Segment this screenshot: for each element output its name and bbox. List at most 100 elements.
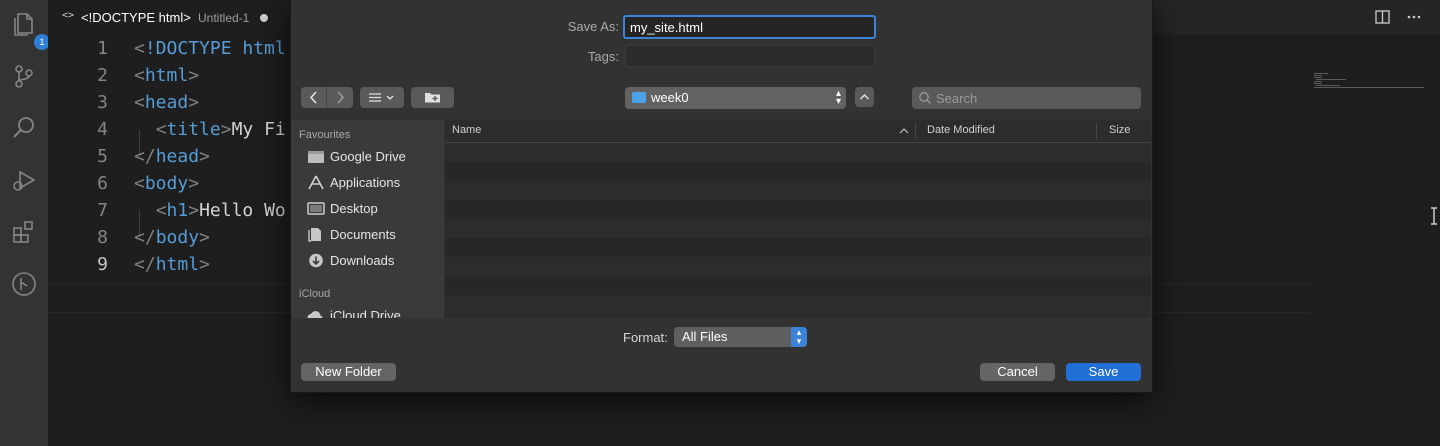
- git-graph-icon[interactable]: [10, 270, 38, 298]
- html-file-icon: <>: [62, 10, 75, 21]
- format-value: All Files: [682, 329, 728, 344]
- file-list-header: Name Date Modified Size: [445, 120, 1151, 143]
- search-field[interactable]: Search: [912, 87, 1141, 109]
- code-token: html: [155, 254, 200, 275]
- code-token: </: [134, 227, 156, 248]
- code-token: >: [220, 119, 232, 140]
- tab-filename: Untitled-1: [198, 11, 250, 25]
- line-number: 6: [97, 173, 108, 194]
- code-text: </body>: [134, 224, 210, 251]
- code-token: body: [144, 173, 189, 194]
- column-name[interactable]: Name: [452, 124, 481, 136]
- icloud-drive-icon: [307, 311, 323, 318]
- save-dialog: Save As: Tags: week0 ▴▾ Search Favourite…: [290, 0, 1153, 393]
- line-number: 8: [97, 227, 108, 248]
- documents-icon: [308, 228, 321, 242]
- sidebar-item-label: Applications: [330, 175, 401, 190]
- search-icon[interactable]: [10, 114, 38, 142]
- code-token: head: [144, 92, 189, 113]
- more-actions-icon[interactable]: [1405, 8, 1423, 26]
- code-text: <!DOCTYPE html: [134, 35, 286, 62]
- column-size[interactable]: Size: [1109, 124, 1130, 136]
- file-list[interactable]: Name Date Modified Size: [445, 120, 1151, 318]
- new-folder-toolbar-button[interactable]: [411, 87, 454, 108]
- code-token: >: [188, 200, 200, 221]
- code-token: html: [144, 65, 189, 86]
- code-token: My Fi: [231, 119, 286, 140]
- back-forward-buttons: [301, 87, 353, 108]
- tab-title: <!DOCTYPE html>: [81, 10, 191, 25]
- code-text: <html>: [134, 62, 199, 89]
- extensions-icon[interactable]: [10, 218, 38, 246]
- code-token: h1: [166, 200, 189, 221]
- code-token: body: [155, 227, 200, 248]
- code-text: <body>: [134, 170, 199, 197]
- location-label: week0: [651, 90, 689, 105]
- line-number: 3: [97, 92, 108, 113]
- new-folder-button[interactable]: New Folder: [301, 363, 396, 381]
- save-button[interactable]: Save: [1066, 363, 1141, 381]
- line-number: 9: [97, 254, 108, 275]
- tags-input[interactable]: [625, 45, 875, 67]
- line-number: 7: [97, 200, 108, 221]
- sidebar-item-label: Desktop: [330, 201, 378, 216]
- sidebar-item-label: iCloud Drive: [330, 308, 401, 318]
- format-select[interactable]: All Files ▴ ▾: [674, 327, 807, 347]
- minimap[interactable]: [1314, 73, 1426, 89]
- view-options-button[interactable]: [360, 87, 404, 108]
- code-token: head: [155, 146, 200, 167]
- code-token: Hello Wo: [199, 200, 286, 221]
- code-token: >: [188, 65, 200, 86]
- list-row: [445, 219, 1151, 238]
- code-text: </html>: [134, 251, 210, 278]
- format-label: Format:: [623, 330, 668, 345]
- code-token: </: [134, 146, 156, 167]
- line-number: 5: [97, 146, 108, 167]
- code-token: title: [166, 119, 221, 140]
- code-token: <: [134, 38, 145, 59]
- files-icon[interactable]: 1: [10, 10, 50, 50]
- code-token: >: [188, 173, 200, 194]
- column-date-modified[interactable]: Date Modified: [927, 124, 995, 136]
- collapse-dialog-button[interactable]: [855, 87, 874, 107]
- sidebar-item-label: Downloads: [330, 253, 395, 268]
- code-token: <: [134, 173, 145, 194]
- applications-icon: [308, 175, 324, 190]
- split-editor-icon[interactable]: [1374, 8, 1392, 26]
- text-cursor-icon: [1430, 207, 1438, 225]
- desktop-icon: [307, 202, 325, 215]
- location-select[interactable]: week0 ▴ ▾: [625, 87, 846, 109]
- code-token: !DOCTYPE html: [144, 38, 286, 59]
- code-text: <title>My Fi: [134, 116, 286, 143]
- updown-chevron-icon: ▴ ▾: [835, 88, 841, 107]
- tab-untitled-1[interactable]: <> <!DOCTYPE html> Untitled-1: [48, 0, 290, 35]
- drive-icon: [308, 151, 324, 163]
- dialog-sidebar: Favourites Google Drive Applications Des…: [291, 120, 444, 318]
- forward-button[interactable]: [327, 87, 353, 108]
- code-token: </: [134, 254, 156, 275]
- run-debug-icon[interactable]: [10, 166, 38, 194]
- code-token: <: [134, 65, 145, 86]
- list-row: [445, 257, 1151, 276]
- code-text: <h1>Hello Wo: [134, 197, 286, 224]
- back-button[interactable]: [301, 87, 327, 108]
- list-row: [445, 200, 1151, 219]
- sort-ascending-icon: [899, 128, 909, 134]
- source-control-icon[interactable]: [10, 62, 38, 90]
- cancel-button[interactable]: Cancel: [980, 363, 1055, 381]
- unsaved-dot-icon[interactable]: [260, 14, 268, 22]
- save-as-input[interactable]: [623, 15, 876, 39]
- code-token: >: [199, 227, 210, 248]
- line-number: 1: [97, 38, 108, 59]
- activity-bar: 1: [0, 0, 50, 446]
- list-row: [445, 162, 1151, 181]
- sidebar-item-label: Documents: [330, 227, 396, 242]
- code-token: <: [155, 200, 167, 221]
- line-number: 2: [97, 65, 108, 86]
- save-as-label: Save As:: [567, 19, 619, 34]
- sidebar-item-label: Google Drive: [330, 149, 406, 164]
- code-token: <: [134, 92, 145, 113]
- icloud-heading: iCloud: [299, 288, 331, 300]
